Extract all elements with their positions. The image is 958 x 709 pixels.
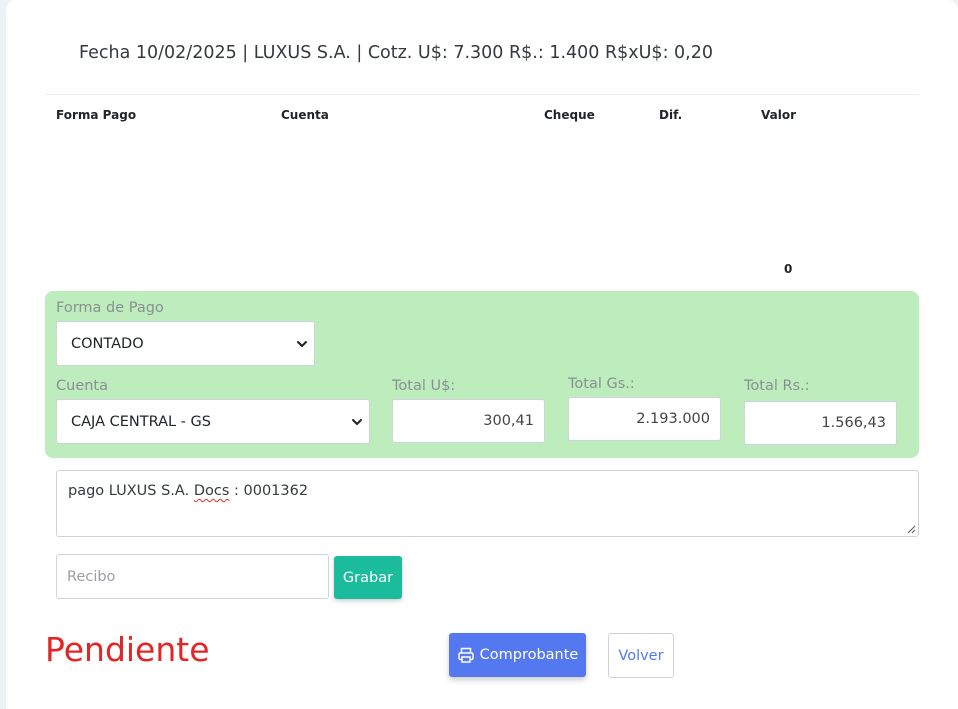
cuenta-label: Cuenta [56, 378, 108, 394]
cuenta-select[interactable]: CAJA CENTRAL - GS [56, 399, 370, 444]
total-gs-label: Total Gs.: [568, 376, 635, 392]
forma-pago-selected-value: CONTADO [71, 335, 144, 352]
column-header-forma-pago: Forma Pago [56, 108, 137, 122]
note-text-end: : 0001362 [229, 483, 309, 499]
volver-button[interactable]: Volver [608, 633, 674, 678]
total-usd-field[interactable]: 300,41 [392, 399, 545, 443]
valor-total: 0 [784, 262, 793, 276]
total-usd-label: Total U$: [392, 378, 456, 394]
page-title: Fecha 10/02/2025 | LUXUS S.A. | Cotz. U$… [79, 43, 713, 63]
column-header-cuenta: Cuenta [281, 108, 329, 122]
column-header-dif: Dif. [659, 108, 683, 122]
comprobante-label: Comprobante [479, 647, 579, 663]
column-header-valor: Valor [761, 108, 797, 122]
cuenta-selected-value: CAJA CENTRAL - GS [71, 413, 211, 430]
comprobante-button[interactable]: Comprobante [449, 633, 586, 677]
column-header-cheque: Cheque [544, 108, 595, 122]
forma-pago-label: Forma de Pago [56, 300, 164, 316]
status-pendiente: Pendiente [45, 630, 210, 669]
payment-panel: Forma de Pago CONTADO Cuenta CAJA CENTRA… [45, 291, 919, 458]
total-gs-field[interactable]: 2.193.000 [568, 397, 721, 441]
main-card: Fecha 10/02/2025 | LUXUS S.A. | Cotz. U$… [6, 0, 958, 709]
header-divider [46, 94, 919, 95]
resize-grip-icon[interactable] [907, 525, 916, 534]
chevron-down-icon [297, 340, 307, 347]
total-rs-field[interactable]: 1.566,43 [744, 401, 897, 445]
note-textarea[interactable]: pago LUXUS S.A. Docs : 0001362 [56, 470, 919, 537]
total-rs-label: Total Rs.: [744, 378, 810, 394]
recibo-input[interactable]: Recibo [56, 554, 329, 599]
chevron-down-icon [352, 418, 362, 425]
printer-icon [457, 647, 474, 663]
note-text-misspelled: Docs [193, 483, 230, 499]
forma-pago-select[interactable]: CONTADO [56, 321, 315, 366]
grabar-button[interactable]: Grabar [334, 556, 402, 599]
note-text-start: pago LUXUS S.A. [68, 483, 194, 499]
